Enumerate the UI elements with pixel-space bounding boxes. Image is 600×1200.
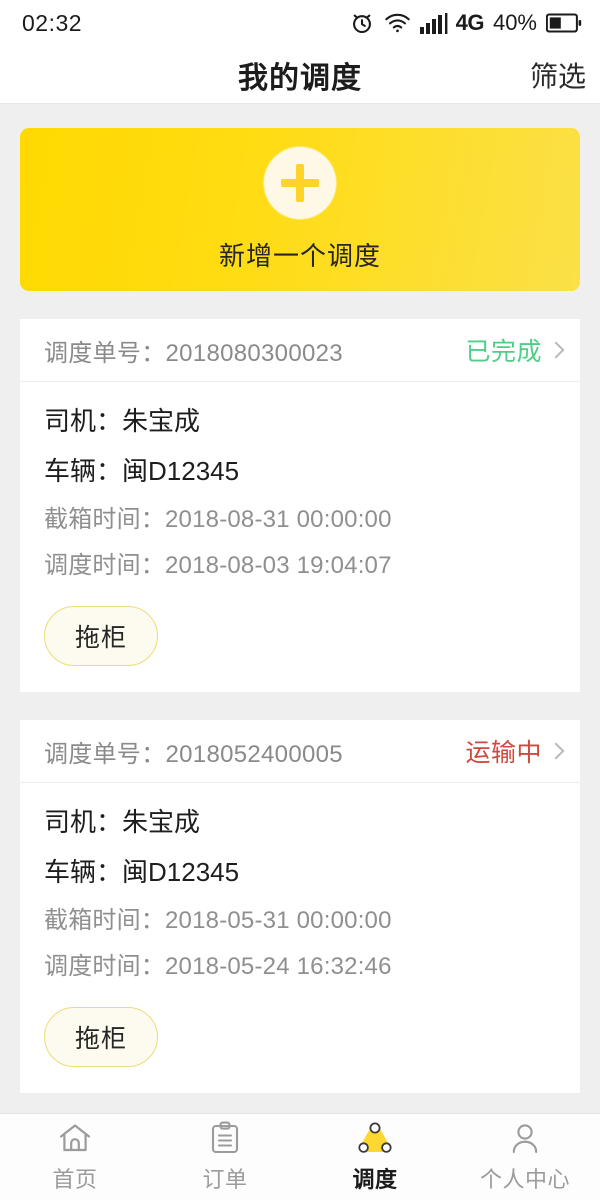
status-time: 02:32 (22, 9, 83, 36)
status-area[interactable]: 已完成 (465, 332, 565, 368)
content-scroll-area[interactable]: 新增一个调度 调度单号：2018080300023 已完成 司机：朱宝成 车辆：… (0, 105, 600, 1113)
tab-label-dispatch: 调度 (352, 1166, 398, 1192)
status-area[interactable]: 运输中 (465, 733, 565, 769)
tab-dispatch[interactable]: 调度 (300, 1114, 450, 1200)
tab-label-profile: 个人中心 (479, 1166, 570, 1192)
cutoff-time-row: 截箱时间：2018-08-31 00:00:00 (44, 506, 392, 533)
plus-icon (264, 146, 336, 219)
dispatch-card-header[interactable]: 调度单号：2018080300023 已完成 (20, 319, 580, 382)
clipboard-icon (210, 1121, 240, 1155)
alarm-clock-icon (349, 10, 375, 36)
cellular-signal-icon (419, 12, 450, 34)
status-badge: 运输中 (465, 739, 542, 767)
vehicle-row: 车辆：闽D12345 (44, 857, 240, 887)
dispatch-type-tag[interactable]: 拖柜 (44, 1007, 159, 1067)
driver-row: 司机：朱宝成 (44, 807, 201, 837)
tab-label-home: 首页 (52, 1166, 98, 1192)
dispatch-card: 调度单号：2018052400005 运输中 司机：朱宝成 车辆：闽D12345… (20, 720, 580, 1093)
add-dispatch-label: 新增一个调度 (218, 240, 381, 271)
battery-icon (546, 13, 582, 33)
bottom-tab-bar: 首页 订单 调度 个人中心 (0, 1113, 600, 1200)
dispatch-network-icon (358, 1121, 392, 1155)
dispatch-order-number: 调度单号：2018080300023 (44, 339, 343, 367)
dispatch-card-body: 司机：朱宝成 车辆：闽D12345 截箱时间：2018-05-31 00:00:… (20, 783, 580, 1093)
dispatch-card-header[interactable]: 调度单号：2018052400005 运输中 (20, 720, 580, 783)
battery-percent-label: 40% (492, 10, 537, 35)
dispatch-time-row: 调度时间：2018-08-03 19:04:07 (44, 552, 392, 579)
user-icon (509, 1121, 541, 1155)
chevron-right-icon (547, 341, 565, 359)
app-screen: 02:32 4G 40% 我的调度 筛选 新增一个调度 调度单号：2018080… (0, 0, 600, 1200)
status-badge: 已完成 (465, 338, 542, 366)
dispatch-time-row: 调度时间：2018-05-24 16:32:46 (44, 953, 392, 980)
driver-row: 司机：朱宝成 (44, 406, 201, 436)
dispatch-type-tag[interactable]: 拖柜 (44, 606, 159, 666)
network-type-label: 4G (455, 10, 485, 35)
dispatch-card: 调度单号：2018080300023 已完成 司机：朱宝成 车辆：闽D12345… (20, 319, 580, 692)
chevron-right-icon (547, 742, 565, 760)
tab-label-orders: 订单 (202, 1166, 248, 1192)
tab-orders[interactable]: 订单 (150, 1114, 300, 1200)
status-indicators: 4G 40% (349, 10, 582, 36)
vehicle-row: 车辆：闽D12345 (44, 456, 240, 486)
status-bar: 02:32 4G 40% (0, 0, 600, 46)
tab-home[interactable]: 首页 (0, 1114, 150, 1200)
dispatch-card-body: 司机：朱宝成 车辆：闽D12345 截箱时间：2018-08-31 00:00:… (20, 382, 580, 692)
filter-button[interactable]: 筛选 (530, 55, 586, 95)
add-dispatch-card[interactable]: 新增一个调度 (20, 128, 580, 291)
page-title: 我的调度 (238, 61, 362, 95)
wifi-icon (384, 12, 411, 34)
cutoff-time-row: 截箱时间：2018-05-31 00:00:00 (44, 907, 392, 934)
tab-profile[interactable]: 个人中心 (450, 1114, 600, 1200)
nav-header: 我的调度 筛选 (0, 46, 600, 104)
home-icon (58, 1121, 92, 1155)
dispatch-order-number: 调度单号：2018052400005 (44, 740, 343, 768)
